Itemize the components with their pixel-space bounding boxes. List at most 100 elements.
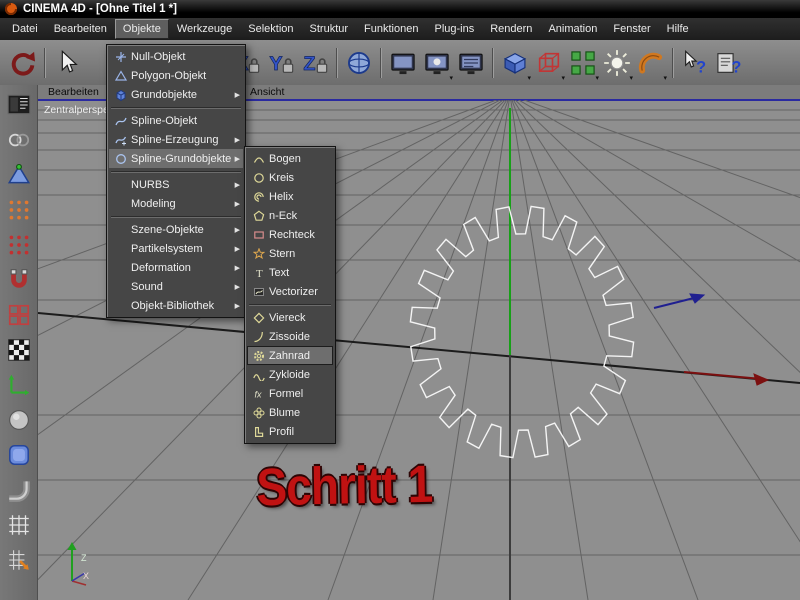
- objekte-menu: Null-Objekt Polygon-Objekt Grundobjekte …: [106, 44, 246, 318]
- menu-rendern[interactable]: Rendern: [482, 19, 540, 39]
- rings-icon[interactable]: [2, 122, 36, 157]
- grid-arrow-icon[interactable]: [2, 542, 36, 577]
- red-squares-icon[interactable]: [2, 297, 36, 332]
- orange-point-grid-icon[interactable]: [2, 192, 36, 227]
- menu-item-deformation[interactable]: Deformation ▶: [109, 258, 243, 277]
- render-view-icon[interactable]: [386, 44, 420, 82]
- render-picture-viewer-icon[interactable]: ▾: [420, 44, 454, 82]
- menu-item-label: Spline-Erzeugung: [131, 133, 219, 146]
- menu-item-viereck[interactable]: Viereck: [247, 308, 333, 327]
- null-object-icon: [112, 50, 129, 64]
- menu-hilfe[interactable]: Hilfe: [659, 19, 697, 39]
- gizmo-z-label: Z: [81, 553, 87, 563]
- menu-item-kreis[interactable]: Kreis: [247, 168, 333, 187]
- profile-icon: [250, 425, 267, 439]
- grid-icon[interactable]: [2, 507, 36, 542]
- menu-item-partikelsystem[interactable]: Partikelsystem ▶: [109, 239, 243, 258]
- menu-item-spline-erzeugung[interactable]: Spline-Erzeugung ▶: [109, 130, 243, 149]
- axes-icon[interactable]: [2, 367, 36, 402]
- panel-layout-icon[interactable]: [2, 87, 36, 122]
- red-point-grid-icon[interactable]: [2, 227, 36, 262]
- menu-funktionen[interactable]: Funktionen: [356, 19, 426, 39]
- menu-item-zahnrad[interactable]: Zahnrad: [247, 346, 333, 365]
- menu-item-label: Zykloide: [269, 368, 310, 381]
- context-help-icon[interactable]: ?: [678, 44, 712, 82]
- menu-item-label: Sound: [131, 280, 163, 293]
- world-coordinates-icon[interactable]: [342, 44, 376, 82]
- menu-item-label: Spline-Objekt: [131, 114, 198, 127]
- viewport-menu-bearbeiten[interactable]: Bearbeiten: [48, 85, 99, 99]
- menu-item-polygon-objekt[interactable]: Polygon-Objekt: [109, 66, 243, 85]
- vectorizer-icon: [250, 285, 267, 299]
- menu-struktur[interactable]: Struktur: [302, 19, 357, 39]
- menu-item-label: Zahnrad: [269, 349, 310, 362]
- add-light-icon[interactable]: ▾: [600, 44, 634, 82]
- submenu-arrow-icon: ▶: [234, 181, 240, 189]
- menu-item-n-eck[interactable]: n-Eck: [247, 206, 333, 225]
- menu-item-blume[interactable]: Blume: [247, 403, 333, 422]
- menu-item-label: Viereck: [269, 311, 306, 324]
- menu-plugins[interactable]: Plug-ins: [426, 19, 482, 39]
- lock-z-axis-icon[interactable]: Z: [298, 44, 332, 82]
- lock-y-axis-icon[interactable]: Y: [264, 44, 298, 82]
- pointer-icon[interactable]: [50, 44, 84, 82]
- dropdown-arrow-icon: ▾: [663, 74, 667, 82]
- submenu-arrow-icon: ▶: [234, 226, 240, 234]
- add-array-icon[interactable]: ▾: [566, 44, 600, 82]
- viewport-menu-ansicht[interactable]: Ansicht: [250, 85, 284, 99]
- menu-item-spline-grundobjekte[interactable]: Spline-Grundobjekte ▶: [109, 149, 243, 168]
- selection-triangle-icon[interactable]: [2, 157, 36, 192]
- add-wire-cube-icon[interactable]: ▾: [532, 44, 566, 82]
- arc-icon: [250, 152, 267, 166]
- text-icon: T: [250, 266, 267, 280]
- menu-item-bogen[interactable]: Bogen: [247, 149, 333, 168]
- menu-item-text[interactable]: T Text: [247, 263, 333, 282]
- menu-item-label: Formel: [269, 387, 304, 400]
- menu-selektion[interactable]: Selektion: [240, 19, 301, 39]
- quad-icon: [250, 311, 267, 325]
- menu-item-null-objekt[interactable]: Null-Objekt: [109, 47, 243, 66]
- svg-text:fx: fx: [254, 389, 262, 399]
- menu-item-sound[interactable]: Sound ▶: [109, 277, 243, 296]
- toolbar-separator: [380, 47, 382, 78]
- menu-item-stern[interactable]: Stern: [247, 244, 333, 263]
- add-bend-deformer-icon[interactable]: ▾: [634, 44, 668, 82]
- dropdown-arrow-icon: ▾: [595, 74, 599, 82]
- menu-item-label: Partikelsystem: [131, 242, 203, 255]
- checkerboard-icon[interactable]: [2, 332, 36, 367]
- add-primitive-cube-icon[interactable]: ▾: [498, 44, 532, 82]
- menu-item-profil[interactable]: Profil: [247, 422, 333, 441]
- render-settings-icon[interactable]: [454, 44, 488, 82]
- menu-datei[interactable]: Datei: [4, 19, 46, 39]
- menu-item-helix[interactable]: Helix: [247, 187, 333, 206]
- menu-item-szene-objekte[interactable]: Szene-Objekte ▶: [109, 220, 243, 239]
- toolbar-separator: [672, 47, 674, 78]
- menu-item-zissoide[interactable]: Zissoide: [247, 327, 333, 346]
- magnet-icon[interactable]: [2, 262, 36, 297]
- pipe-icon[interactable]: [2, 472, 36, 507]
- sphere-icon[interactable]: [2, 402, 36, 437]
- menu-item-grundobjekte[interactable]: Grundobjekte ▶: [109, 85, 243, 104]
- undo-icon[interactable]: [6, 44, 40, 82]
- menu-werkzeuge[interactable]: Werkzeuge: [169, 19, 240, 39]
- menu-item-nurbs[interactable]: NURBS ▶: [109, 175, 243, 194]
- star-icon: [250, 247, 267, 261]
- submenu-arrow-icon: ▶: [234, 283, 240, 291]
- menu-animation[interactable]: Animation: [540, 19, 605, 39]
- help-browser-icon[interactable]: ?: [712, 44, 746, 82]
- menu-item-zykloide[interactable]: Zykloide: [247, 365, 333, 384]
- rounded-cube-icon[interactable]: [2, 437, 36, 472]
- dropdown-arrow-icon: ▾: [629, 74, 633, 82]
- menu-objekte[interactable]: Objekte: [114, 19, 169, 39]
- menu-item-objekt-bibliothek[interactable]: Objekt-Bibliothek ▶: [109, 296, 243, 315]
- rectangle-icon: [250, 228, 267, 242]
- menu-item-rechteck[interactable]: Rechteck: [247, 225, 333, 244]
- menu-item-vectorizer[interactable]: Vectorizer: [247, 282, 333, 301]
- menu-fenster[interactable]: Fenster: [605, 19, 658, 39]
- menu-bearbeiten[interactable]: Bearbeiten: [46, 19, 115, 39]
- menu-item-modeling[interactable]: Modeling ▶: [109, 194, 243, 213]
- menu-item-spline-objekt[interactable]: Spline-Objekt: [109, 111, 243, 130]
- menu-item-label: NURBS: [131, 178, 170, 191]
- menu-item-formel[interactable]: fx Formel: [247, 384, 333, 403]
- pentagon-icon: [250, 209, 267, 223]
